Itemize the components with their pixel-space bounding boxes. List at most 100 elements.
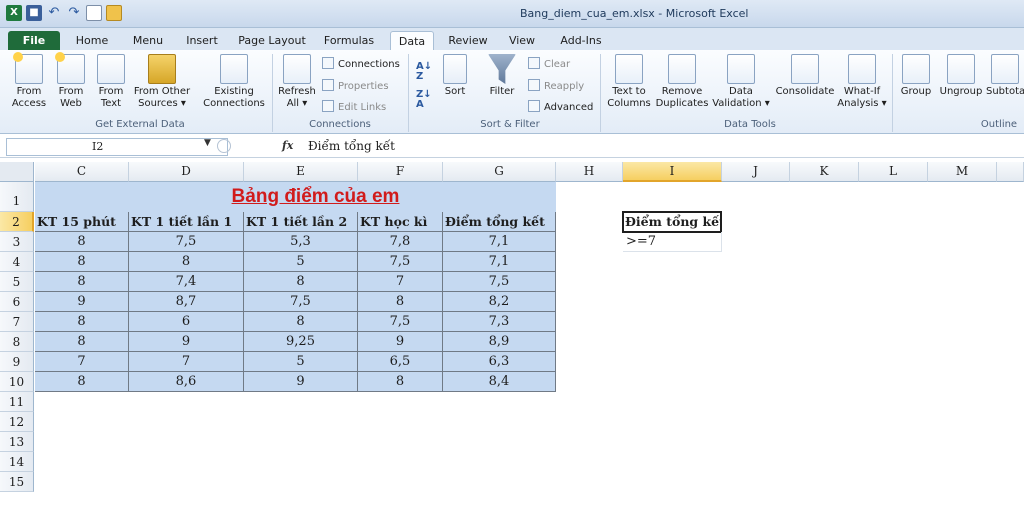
data-cell[interactable]: 6 [129, 312, 244, 332]
from-text-button[interactable]: From Text [92, 54, 130, 110]
advanced-filter-button[interactable]: Advanced [528, 100, 593, 113]
data-cell[interactable]: 8,9 [443, 332, 556, 352]
column-header-g[interactable]: G [443, 162, 556, 182]
connections-button[interactable]: Connections [322, 57, 400, 70]
data-cell[interactable]: 8 [35, 252, 129, 272]
row-header-3[interactable]: 3 [0, 232, 34, 252]
tab-home[interactable]: Home [66, 31, 118, 50]
row-header-5[interactable]: 5 [0, 272, 34, 292]
column-header-f[interactable]: F [358, 162, 443, 182]
header-cell[interactable]: KT học kì [358, 212, 443, 232]
data-cell[interactable]: 7,4 [129, 272, 244, 292]
data-cell[interactable]: 6,5 [358, 352, 443, 372]
name-box[interactable]: I2 [6, 138, 228, 156]
consolidate-button[interactable]: Consolidate [774, 54, 836, 98]
ungroup-button[interactable]: Ungroup [936, 54, 986, 98]
filter-button[interactable]: Filter [484, 54, 520, 98]
reapply-button[interactable]: Reapply [528, 79, 584, 92]
subtotal-button[interactable]: Subtotal [986, 54, 1024, 98]
from-access-button[interactable]: From Access [6, 52, 52, 110]
sheet-title[interactable]: Bảng điểm của em [35, 182, 556, 212]
data-cell[interactable]: 8 [244, 312, 358, 332]
save-icon[interactable]: ■ [26, 5, 42, 21]
from-other-sources-button[interactable]: From Other Sources ▾ [132, 54, 192, 110]
row-header-9[interactable]: 9 [0, 352, 34, 372]
header-cell[interactable]: Điểm tổng kết [443, 212, 556, 232]
tab-add-ins[interactable]: Add-Ins [552, 31, 610, 50]
tab-review[interactable]: Review [442, 31, 494, 50]
data-cell[interactable]: 8 [35, 312, 129, 332]
data-cell[interactable]: 8 [35, 272, 129, 292]
data-cell[interactable]: 7,3 [443, 312, 556, 332]
data-cell[interactable]: 7 [129, 352, 244, 372]
row-header-7[interactable]: 7 [0, 312, 34, 332]
existing-connections-button[interactable]: Existing Connections [200, 54, 268, 110]
data-cell[interactable]: 8 [35, 332, 129, 352]
tab-insert[interactable]: Insert [178, 31, 226, 50]
header-cell[interactable]: KT 1 tiết lần 2 [244, 212, 358, 232]
data-cell[interactable]: 8 [129, 252, 244, 272]
row-header-14[interactable]: 14 [0, 452, 34, 472]
column-header-n[interactable] [997, 162, 1024, 182]
column-header-h[interactable]: H [556, 162, 623, 182]
clear-filter-button[interactable]: Clear [528, 57, 570, 70]
tab-page-layout[interactable]: Page Layout [236, 31, 308, 50]
row-header-1[interactable]: 1 [0, 182, 34, 212]
sort-a-to-z-icon[interactable]: A↓ Z [416, 62, 432, 82]
data-cell[interactable]: 7,1 [443, 252, 556, 272]
row-header-13[interactable]: 13 [0, 432, 34, 452]
tab-view[interactable]: View [502, 31, 542, 50]
data-cell[interactable]: 8 [35, 232, 129, 252]
row-header-6[interactable]: 6 [0, 292, 34, 312]
data-cell[interactable]: 8,2 [443, 292, 556, 312]
excel-app-icon[interactable]: X [6, 5, 22, 21]
data-cell[interactable]: 8 [358, 372, 443, 392]
column-header-m[interactable]: M [928, 162, 997, 182]
remove-duplicates-button[interactable]: Remove Duplicates [654, 54, 710, 110]
sort-button[interactable]: Sort [440, 54, 470, 98]
data-cell[interactable]: 8,7 [129, 292, 244, 312]
data-cell[interactable]: 9,25 [244, 332, 358, 352]
data-cell[interactable]: 6,3 [443, 352, 556, 372]
new-document-icon[interactable] [86, 5, 102, 21]
data-cell[interactable]: 8,6 [129, 372, 244, 392]
tab-formulas[interactable]: Formulas [318, 31, 380, 50]
edit-links-button[interactable]: Edit Links [322, 100, 386, 113]
sort-z-to-a-icon[interactable]: Z↓ A [416, 90, 432, 110]
formula-input[interactable]: Điểm tổng kết [308, 139, 395, 153]
what-if-analysis-button[interactable]: What-If Analysis ▾ [836, 54, 888, 110]
row-header-4[interactable]: 4 [0, 252, 34, 272]
cancel-edit-icon[interactable] [217, 139, 231, 153]
open-folder-icon[interactable] [106, 5, 122, 21]
properties-button[interactable]: Properties [322, 79, 389, 92]
redo-icon[interactable]: ↷ [66, 5, 82, 21]
column-header-d[interactable]: D [129, 162, 244, 182]
row-header-2[interactable]: 2 [0, 212, 34, 232]
data-cell[interactable]: 7 [358, 272, 443, 292]
tab-data[interactable]: Data [390, 31, 434, 50]
data-cell[interactable]: 5 [244, 252, 358, 272]
data-cell[interactable]: 7,5 [358, 252, 443, 272]
select-all-corner[interactable] [0, 162, 34, 182]
header-cell[interactable]: KT 15 phút [35, 212, 129, 232]
data-cell[interactable]: 7,1 [443, 232, 556, 252]
column-header-j[interactable]: J [722, 162, 790, 182]
column-header-e[interactable]: E [244, 162, 358, 182]
row-header-12[interactable]: 12 [0, 412, 34, 432]
data-cell[interactable]: 7,5 [443, 272, 556, 292]
data-cell[interactable]: 9 [129, 332, 244, 352]
name-box-dropdown-icon[interactable]: ▼ [204, 138, 211, 148]
group-button[interactable]: Group [896, 54, 936, 98]
data-cell[interactable]: 7 [35, 352, 129, 372]
data-cell[interactable]: 7,5 [129, 232, 244, 252]
row-header-10[interactable]: 10 [0, 372, 34, 392]
data-cell[interactable]: 8 [35, 372, 129, 392]
data-cell[interactable]: 7,5 [244, 292, 358, 312]
column-header-k[interactable]: K [790, 162, 859, 182]
data-cell[interactable]: 8,4 [443, 372, 556, 392]
data-cell[interactable]: 5,3 [244, 232, 358, 252]
text-to-columns-button[interactable]: Text to Columns [604, 54, 654, 110]
row-header-8[interactable]: 8 [0, 332, 34, 352]
data-validation-button[interactable]: Data Validation ▾ [710, 54, 772, 110]
data-cell[interactable]: 8 [244, 272, 358, 292]
